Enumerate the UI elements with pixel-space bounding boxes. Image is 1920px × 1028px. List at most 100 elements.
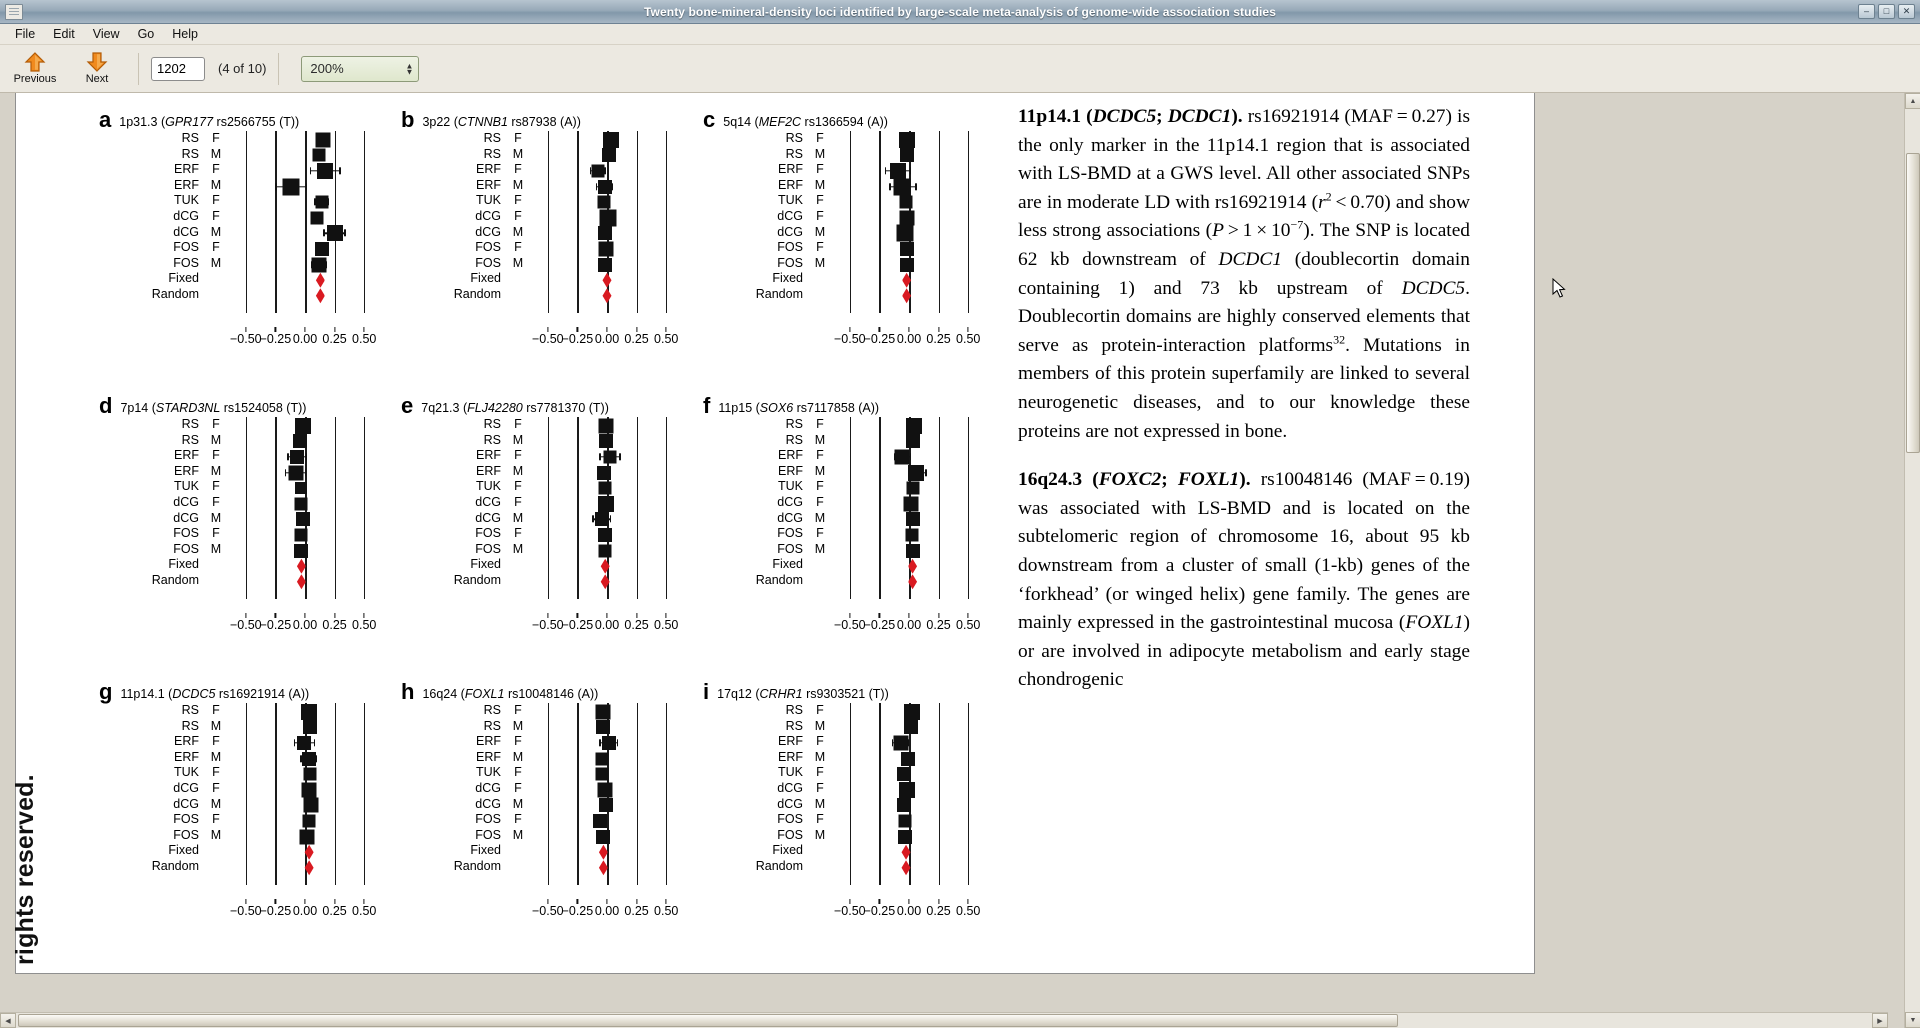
article-heading-2: 16q24.3 (FOXC2; FOXL1). [1018, 469, 1251, 491]
plot-area-i: RS F RS M ERF F ERF M TUK FdCG FdCG M FOS F FOS M Fixed R… [695, 703, 995, 918]
axis-tick-label: −0.25 [863, 332, 896, 346]
sex-label: M [210, 432, 222, 447]
cohort-label: dCG [475, 796, 501, 811]
sex-label: F [816, 780, 824, 795]
next-page-button[interactable]: Next [68, 47, 126, 91]
random-effect-label: Random [151, 572, 199, 587]
axis-tick-label: 0.50 [654, 332, 679, 346]
sex-label: M [814, 177, 826, 192]
sex-label: F [212, 240, 220, 255]
effect-size-marker [299, 829, 315, 845]
document-scroll-region[interactable]: rights reserved. a 1p31.3 (GPR177 rs25667… [0, 93, 1904, 1028]
cohort-label: ERF [476, 448, 501, 463]
fixed-effect-label: Fixed [470, 271, 501, 286]
fixed-effect-diamond [315, 272, 325, 288]
close-button[interactable]: ✕ [1898, 4, 1915, 19]
sex-label: F [514, 780, 522, 795]
gridline [636, 703, 638, 885]
fixed-effect-label: Fixed [168, 557, 199, 572]
sex-label: F [514, 734, 522, 749]
cohort-label: RS [785, 417, 803, 431]
window-controls: – □ ✕ [1858, 4, 1920, 19]
effect-size-marker [303, 720, 318, 735]
axis-tick-label: 0.25 [624, 904, 649, 918]
axis-tick-label: −0.25 [863, 618, 896, 632]
menu-edit[interactable]: Edit [44, 25, 84, 43]
effect-size-marker [597, 179, 612, 194]
forest-canvas-c [835, 131, 983, 327]
axis-tick-label: −0.25 [561, 332, 594, 346]
axis-tick-label: 0.00 [594, 332, 620, 346]
effect-size-marker [301, 751, 316, 766]
plot-area-d: RS F RS M ERF F ERF M TUK FdCG FdCG M FOS F FOS M Fixed R… [91, 417, 391, 632]
scroll-right-arrow-icon[interactable]: ▶ [1872, 1013, 1888, 1028]
effect-size-marker [602, 148, 617, 163]
cohort-label: TUK [476, 193, 501, 208]
axis-tick-label: −0.25 [259, 904, 292, 918]
effect-size-marker [602, 131, 619, 148]
x-axis-i: −0.50 −0.25 0.00 0.25 0.50 [834, 899, 983, 921]
page-number-input[interactable]: 1202 [151, 56, 205, 81]
page-count-label: (4 of 10) [218, 61, 267, 76]
axis-tick-label: 0.00 [292, 618, 318, 632]
minimize-button[interactable]: – [1858, 4, 1875, 19]
horizontal-scrollbar[interactable]: ◀ ▶ [0, 1012, 1888, 1028]
zoom-select[interactable]: 200% ▲ ▼ [301, 55, 420, 82]
random-effect-label: Random [755, 286, 803, 301]
scroll-up-arrow-icon[interactable]: ▲ [1905, 93, 1920, 109]
maximize-button[interactable]: □ [1878, 4, 1895, 19]
vertical-scrollbar[interactable]: ▲ ▼ [1904, 93, 1920, 1028]
panel-title-i: 17q12 (CRHR1 rs9303521 (T)) [717, 687, 889, 701]
effect-size-marker [595, 752, 609, 766]
forest-canvas-a [231, 131, 379, 327]
x-axis-g: −0.50 −0.25 0.00 0.25 0.50 [230, 899, 379, 921]
cohort-label: TUK [778, 193, 803, 208]
cohort-label: ERF [778, 749, 803, 764]
panel-letter-i: i [703, 679, 710, 704]
effect-size-marker [598, 257, 613, 272]
toolbar-separator-2 [278, 52, 280, 85]
effect-size-marker [595, 704, 611, 720]
gridline [849, 417, 852, 599]
toolbar-separator-1 [138, 52, 139, 85]
menu-file[interactable]: File [6, 25, 44, 43]
gridline [879, 703, 881, 885]
effect-size-marker [302, 814, 316, 828]
scroll-down-arrow-icon[interactable]: ▼ [1905, 1012, 1920, 1028]
cohort-label: RS [483, 146, 501, 161]
sex-label: F [514, 494, 522, 509]
scroll-left-arrow-icon[interactable]: ◀ [0, 1013, 16, 1028]
axis-tick-label: 0.50 [352, 904, 377, 918]
cohort-label: TUK [778, 765, 803, 780]
cohort-label: RS [181, 718, 199, 733]
forest-panel-b: b 3p22 (CTNNB1 rs87938 (A)) RS F RS M ERF F ERF M… [393, 101, 693, 347]
effect-size-marker [297, 736, 312, 750]
effect-size-marker [315, 195, 329, 209]
gridline [968, 417, 970, 599]
figure-forest-plots: a 1p31.3 (GPR177 rs2566755 (T)) RS F RS M ERF F… [91, 101, 996, 961]
arrow-down-icon [86, 52, 108, 72]
sex-label: M [512, 796, 524, 811]
effect-size-marker [290, 450, 305, 464]
panel-letter-d: d [99, 393, 113, 418]
cohort-label: RS [483, 417, 501, 431]
random-effect-label: Random [453, 286, 501, 301]
sex-label: F [212, 131, 220, 145]
cohort-label: FOS [777, 812, 803, 827]
gridline [968, 131, 970, 313]
vertical-scroll-thumb[interactable] [1906, 153, 1920, 453]
menu-view[interactable]: View [84, 25, 129, 43]
panel-header-e: e 7q21.3 (FLJ42280 rs7781370 (T)) [393, 387, 693, 417]
effect-size-marker [598, 798, 613, 813]
zero-reference-line [305, 131, 307, 313]
panel-title-c: 5q14 (MEF2C rs1366594 (A)) [723, 115, 888, 129]
horizontal-scroll-thumb[interactable] [18, 1014, 1398, 1027]
axis-tick-label: −0.50 [531, 618, 564, 632]
menu-help[interactable]: Help [163, 25, 207, 43]
panel-title-d: 7p14 (STARD3NL rs1524058 (T)) [120, 401, 307, 415]
effect-size-marker [906, 512, 921, 527]
sex-label: F [212, 780, 220, 795]
menu-go[interactable]: Go [129, 25, 164, 43]
previous-page-button[interactable]: Previous [6, 47, 64, 91]
cohort-label: RS [483, 131, 501, 145]
